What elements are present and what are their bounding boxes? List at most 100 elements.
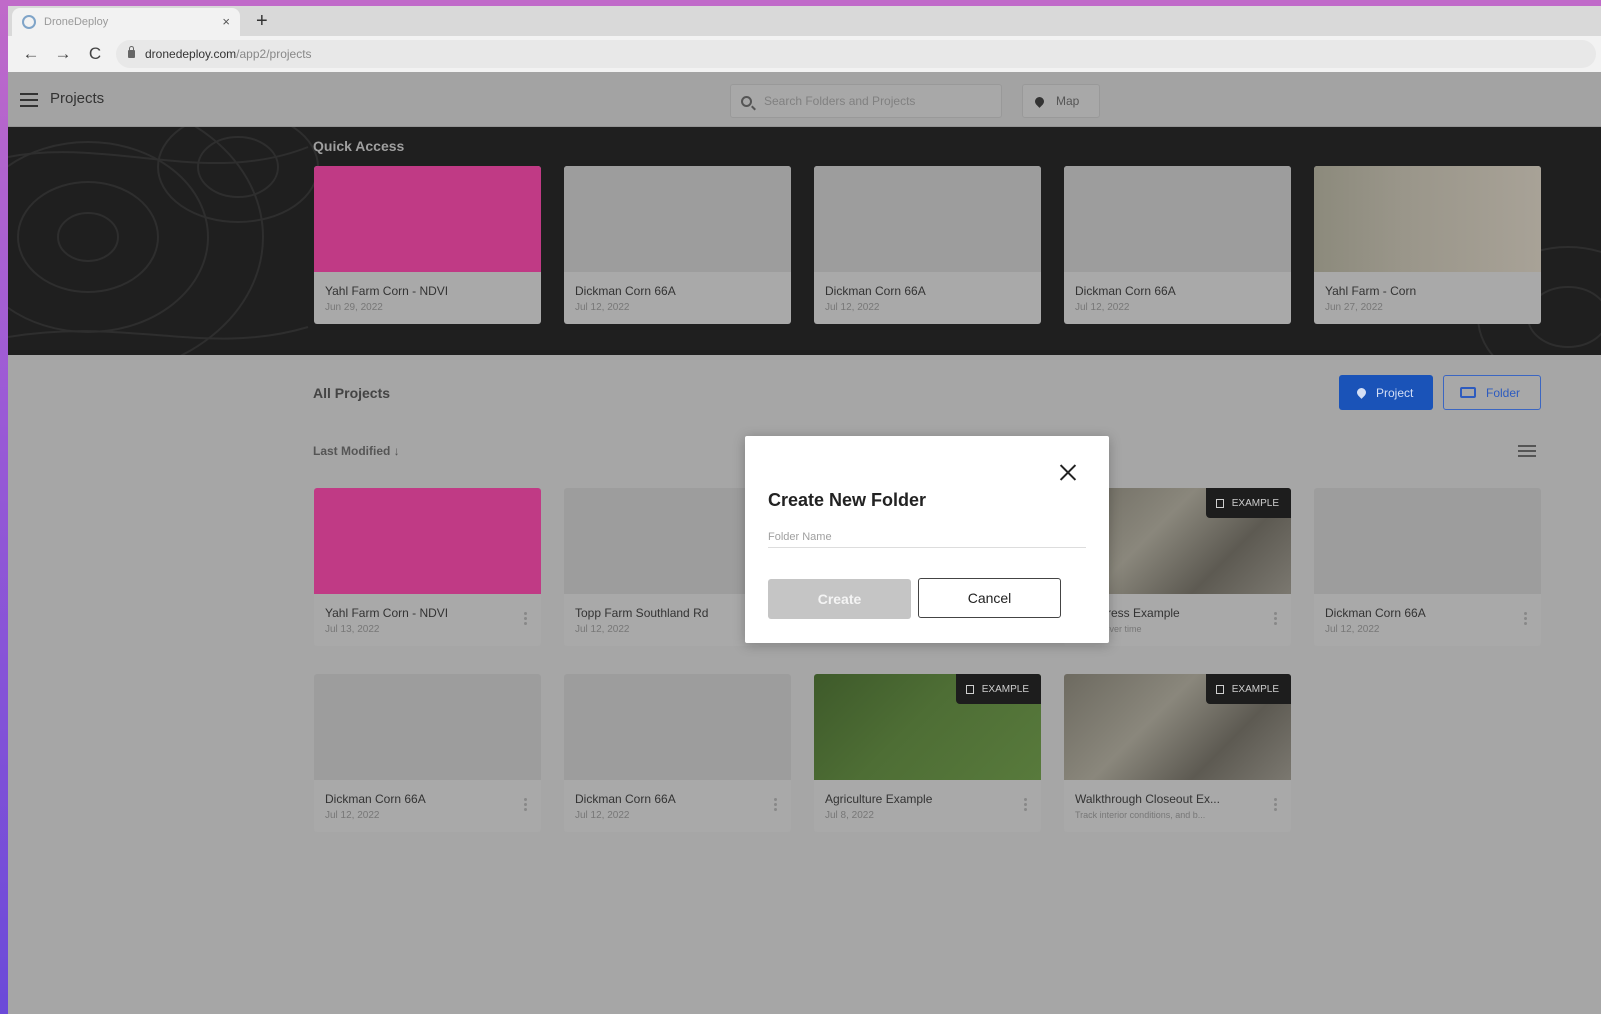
quick-access-card[interactable]: Yahl Farm Corn - NDVI Jun 29, 2022 — [314, 166, 541, 324]
card-title: Dickman Corn 66A — [1325, 606, 1426, 620]
project-button-label: Project — [1376, 385, 1414, 400]
back-arrow-icon[interactable]: ← — [22, 44, 40, 64]
card-title: Agriculture Example — [825, 792, 933, 806]
topo-placeholder-thumbnail — [564, 166, 791, 272]
page-title: Projects — [50, 90, 105, 107]
more-options-icon[interactable] — [1274, 798, 1277, 812]
copy-icon — [1215, 498, 1224, 508]
card-title: Dickman Corn 66A — [1075, 284, 1176, 298]
card-date: Jul 12, 2022 — [1075, 302, 1130, 313]
topo-placeholder-thumbnail — [314, 674, 541, 780]
url-host: dronedeploy.com — [145, 47, 237, 61]
search-placeholder: Search Folders and Projects — [764, 94, 916, 108]
map-button-label: Map — [1056, 94, 1080, 108]
quick-access-section: Quick Access Yahl Farm Corn - NDVI Jun 2… — [8, 127, 1601, 355]
folder-button-label: Folder — [1486, 385, 1521, 400]
card-title: Dickman Corn 66A — [325, 792, 426, 806]
quick-access-card[interactable]: Dickman Corn 66A Jul 12, 2022 — [564, 166, 791, 324]
more-options-icon[interactable] — [1524, 612, 1527, 626]
project-card[interactable]: Yahl Farm Corn - NDVI Jul 13, 2022 — [314, 488, 541, 646]
close-tab-icon[interactable]: × — [222, 14, 230, 29]
more-options-icon[interactable] — [774, 798, 777, 812]
field-aerial-thumbnail — [1314, 166, 1541, 272]
ndvi-thumbnail — [314, 488, 541, 594]
project-card[interactable]: Dickman Corn 66A Jul 12, 2022 — [1314, 488, 1541, 646]
browser-window: DroneDeploy × + ← → C dronedeploy.com /a… — [8, 6, 1601, 1014]
example-badge-label: EXAMPLE — [1231, 497, 1279, 509]
search-input[interactable]: Search Folders and Projects — [730, 84, 1002, 118]
cancel-button[interactable]: Cancel — [918, 578, 1061, 618]
quick-access-card[interactable]: Dickman Corn 66A Jul 12, 2022 — [1064, 166, 1291, 324]
card-title: Walkthrough Closeout Ex... — [1075, 792, 1220, 806]
map-button[interactable]: Map — [1022, 84, 1100, 118]
browser-toolbar: ← → C dronedeploy.com /app2/projects — [8, 36, 1601, 72]
card-date: Jun 27, 2022 — [1325, 302, 1383, 313]
card-date: Jul 12, 2022 — [1325, 624, 1380, 635]
card-date: Jul 12, 2022 — [575, 810, 630, 821]
more-options-icon[interactable] — [524, 798, 527, 812]
card-title: Dickman Corn 66A — [575, 792, 676, 806]
more-options-icon[interactable] — [524, 612, 527, 626]
card-date: Jul 13, 2022 — [325, 624, 380, 635]
browser-tab[interactable]: DroneDeploy × — [12, 8, 240, 36]
create-folder-dialog: Create New Folder Create Cancel — [745, 436, 1109, 643]
project-card[interactable]: EXAMPLE Walkthrough Closeout Ex... Track… — [1064, 674, 1291, 832]
map-pin-icon — [1355, 386, 1368, 399]
example-badge: EXAMPLE — [1205, 488, 1291, 518]
card-date: Jul 12, 2022 — [325, 810, 380, 821]
more-options-icon[interactable] — [1274, 612, 1277, 626]
dronedeploy-favicon-icon — [22, 15, 36, 29]
new-folder-button[interactable]: Folder — [1443, 375, 1541, 410]
tab-title: DroneDeploy — [44, 16, 109, 28]
card-date: Jul 12, 2022 — [575, 302, 630, 313]
project-card[interactable]: Dickman Corn 66A Jul 12, 2022 — [314, 674, 541, 832]
create-button[interactable]: Create — [768, 579, 911, 619]
folder-name-input[interactable] — [768, 526, 1086, 548]
example-badge-label: EXAMPLE — [1231, 683, 1279, 695]
card-date: Jun 29, 2022 — [325, 302, 383, 313]
sort-dropdown[interactable]: Last Modified ↓ — [313, 444, 400, 458]
new-project-button[interactable]: Project — [1339, 375, 1433, 410]
card-title: Yahl Farm - Corn — [1325, 284, 1417, 298]
dialog-title: Create New Folder — [768, 490, 927, 510]
example-badge-label: EXAMPLE — [981, 683, 1029, 695]
card-title: Topp Farm Southland Rd — [575, 606, 709, 620]
browser-tabbar: DroneDeploy × + — [8, 6, 1601, 36]
card-title: Yahl Farm Corn - NDVI — [325, 606, 449, 620]
example-badge: EXAMPLE — [955, 674, 1041, 704]
hamburger-menu-icon[interactable] — [20, 93, 38, 107]
app-header: Projects Search Folders and Projects Map — [8, 72, 1601, 127]
card-date: Jul 8, 2022 — [825, 810, 874, 821]
card-description: Track interior conditions, and b... — [1075, 810, 1206, 820]
card-title: Dickman Corn 66A — [575, 284, 676, 298]
topo-placeholder-thumbnail — [814, 166, 1041, 272]
list-view-icon[interactable] — [1518, 445, 1536, 457]
quick-access-card[interactable]: Dickman Corn 66A Jul 12, 2022 — [814, 166, 1041, 324]
address-bar[interactable]: dronedeploy.com /app2/projects — [116, 40, 1596, 68]
lock-icon — [128, 46, 135, 58]
more-options-icon[interactable] — [1024, 798, 1027, 812]
quick-access-card[interactable]: Yahl Farm - Corn Jun 27, 2022 — [1314, 166, 1541, 324]
quick-access-title: Quick Access — [313, 138, 405, 154]
card-title: Yahl Farm Corn - NDVI — [325, 284, 449, 298]
url-path: /app2/projects — [236, 47, 312, 61]
copy-icon — [1215, 684, 1224, 694]
card-date: Jul 12, 2022 — [825, 302, 880, 313]
project-card[interactable]: Dickman Corn 66A Jul 12, 2022 — [564, 674, 791, 832]
forward-arrow-icon[interactable]: → — [54, 44, 72, 64]
close-icon[interactable] — [1057, 462, 1079, 484]
card-title: Dickman Corn 66A — [825, 284, 926, 298]
all-projects-title: All Projects — [313, 385, 391, 401]
example-badge: EXAMPLE — [1205, 674, 1291, 704]
project-card[interactable]: EXAMPLE Agriculture Example Jul 8, 2022 — [814, 674, 1041, 832]
search-icon — [741, 95, 752, 107]
topo-placeholder-thumbnail — [1314, 488, 1541, 594]
folder-plus-icon — [1460, 387, 1476, 398]
topo-placeholder-thumbnail — [564, 674, 791, 780]
map-pin-icon — [1033, 94, 1046, 108]
reload-icon[interactable]: C — [86, 44, 104, 64]
card-date: Jul 12, 2022 — [575, 624, 630, 635]
copy-icon — [965, 684, 974, 694]
ndvi-thumbnail — [314, 166, 541, 272]
new-tab-icon[interactable]: + — [256, 10, 268, 33]
